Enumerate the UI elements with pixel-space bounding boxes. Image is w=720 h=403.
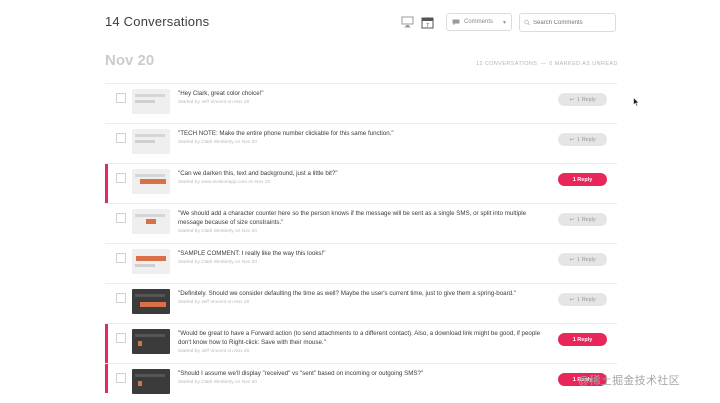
comment-quote: "Would be great to have a Forward action…: [178, 330, 541, 346]
reply-icon: ↩: [569, 136, 574, 143]
reply-button[interactable]: ↩ 1 Reply: [558, 133, 607, 146]
comment-quote: "Can we darken this, text and background…: [178, 170, 338, 177]
reply-button[interactable]: ↩ 1 Reply: [558, 213, 607, 226]
conversation-row[interactable]: "Would be great to have a Forward action…: [105, 323, 617, 363]
comment-text: "Hey Clark, great color choice!" Started…: [178, 89, 548, 106]
comment-meta: Started by Clark Wimberly on Nov 20: [178, 229, 257, 234]
screen-thumbnail[interactable]: [132, 369, 170, 394]
comment-quote: "Should I assume we'll display "received…: [178, 370, 424, 377]
svg-text:7: 7: [426, 23, 429, 29]
conversation-count: 12 CONVERSATIONS: [476, 61, 538, 67]
comment-text: "Should I assume we'll display "received…: [178, 369, 548, 386]
comment-text: "TECH NOTE: Make the entire phone number…: [178, 129, 548, 146]
screen-thumbnail[interactable]: [132, 329, 170, 354]
desktop-icon: [401, 16, 413, 28]
search-input[interactable]: [530, 19, 611, 26]
chevron-down-icon: ▾: [502, 19, 506, 26]
comment-quote: "Hey Clark, great color choice!": [178, 90, 264, 97]
reply-button[interactable]: 1 Reply: [558, 173, 607, 186]
row-checkbox[interactable]: [116, 293, 126, 303]
screen-thumbnail[interactable]: [132, 129, 170, 154]
comment-text: "We should add a character counter here …: [178, 209, 548, 235]
screen-thumbnail[interactable]: [132, 249, 170, 274]
reply-label: 1 Reply: [576, 96, 596, 103]
screen-thumbnail[interactable]: [132, 289, 170, 314]
unread-count: 0 MARKED AS UNREAD: [549, 61, 618, 67]
comment-quote: "We should add a character counter here …: [178, 210, 527, 226]
date-heading: Nov 20: [105, 52, 155, 69]
comment-text: "Definitely. Should we consider defaulti…: [178, 289, 548, 306]
reply-icon: ↩: [569, 296, 574, 303]
reply-label: 1 Reply: [576, 216, 596, 223]
comment-text: "Would be great to have a Forward action…: [178, 329, 548, 355]
comment-quote: "TECH NOTE: Make the entire phone number…: [178, 130, 394, 137]
reply-label: 1 Reply: [576, 296, 596, 303]
reply-icon: ↩: [569, 96, 574, 103]
conversation-row[interactable]: "TECH NOTE: Make the entire phone number…: [105, 123, 617, 163]
conversation-row[interactable]: "Hey Clark, great color choice!" Started…: [105, 83, 617, 123]
comment-icon: [452, 19, 460, 25]
reply-button[interactable]: ↩ 1 Reply: [558, 253, 607, 266]
conversation-row[interactable]: "Definitely. Should we consider defaulti…: [105, 283, 617, 323]
reply-icon: ↩: [569, 216, 574, 223]
row-checkbox[interactable]: [116, 253, 126, 263]
conversation-row[interactable]: "SAMPLE COMMENT: I really like the way t…: [105, 243, 617, 283]
comment-meta: Started by Jeff Vincent on Nov 20: [178, 300, 250, 305]
screen-thumbnail[interactable]: [132, 89, 170, 114]
comment-quote: "SAMPLE COMMENT: I really like the way t…: [178, 250, 326, 257]
comment-quote: "Definitely. Should we consider defaulti…: [178, 290, 517, 297]
comment-meta: Started by Clark Wimberly on Nov 20: [178, 380, 257, 385]
comment-meta: Started by www.invisionapp.com on Nov 20: [178, 180, 271, 185]
conversation-row[interactable]: "Can we darken this, text and background…: [105, 163, 617, 203]
reply-button[interactable]: ↩ 1 Reply: [558, 293, 607, 306]
watermark: @稀土掘金技术社区: [578, 375, 680, 387]
top-bar: 14 Conversations 7 Comments ▾: [0, 0, 720, 46]
search-box: [519, 13, 616, 32]
reply-label: 1 Reply: [576, 256, 596, 263]
comment-meta: Started by Jeff Vincent on Nov 20: [178, 349, 250, 354]
desktop-view-button[interactable]: [399, 14, 415, 30]
comment-meta: Started by Clark Wimberly on Nov 20: [178, 140, 257, 145]
row-checkbox[interactable]: [116, 93, 126, 103]
conversation-summary: 12 CONVERSATIONS —0 MARKED AS UNREAD: [476, 61, 618, 67]
conversation-row[interactable]: "We should add a character counter here …: [105, 203, 617, 243]
conversation-list: "Hey Clark, great color choice!" Started…: [105, 83, 617, 394]
comment-text: "SAMPLE COMMENT: I really like the way t…: [178, 249, 548, 266]
reply-icon: ↩: [569, 256, 574, 263]
reply-button[interactable]: ↩ 1 Reply: [558, 93, 607, 106]
row-checkbox[interactable]: [116, 333, 126, 343]
calendar-view-button[interactable]: 7: [419, 14, 435, 30]
screen-thumbnail[interactable]: [132, 169, 170, 194]
reply-label: 1 Reply: [576, 136, 596, 143]
reply-button[interactable]: 1 Reply: [558, 333, 607, 346]
row-checkbox[interactable]: [116, 173, 126, 183]
comment-text: "Can we darken this, text and background…: [178, 169, 548, 186]
mouse-cursor-icon: [633, 97, 640, 107]
screen-thumbnail[interactable]: [132, 209, 170, 234]
row-checkbox[interactable]: [116, 213, 126, 223]
comment-meta: Started by Clark Wimberly on Nov 20: [178, 260, 257, 265]
calendar-icon: 7: [421, 17, 433, 29]
filter-dropdown-label: Comments: [464, 19, 494, 25]
row-checkbox[interactable]: [116, 133, 126, 143]
comment-meta: Started by Jeff Vincent on Nov 20: [178, 100, 250, 105]
conversation-row[interactable]: "Should I assume we'll display "received…: [105, 363, 617, 394]
row-checkbox[interactable]: [116, 373, 126, 383]
page-title: 14 Conversations: [105, 14, 210, 29]
filter-dropdown[interactable]: Comments ▾: [446, 13, 512, 31]
